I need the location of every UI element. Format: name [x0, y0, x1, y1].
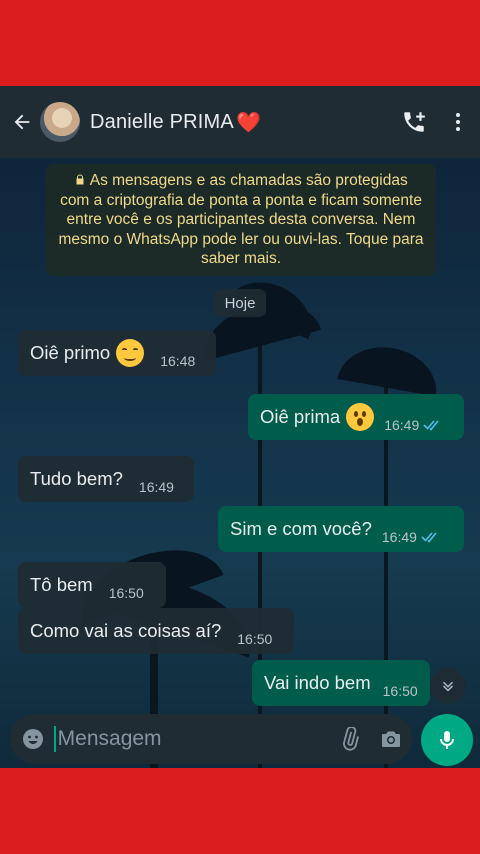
add-call-button[interactable]	[392, 100, 436, 144]
message-time: 16:48	[160, 353, 196, 369]
message-time: 16:49	[381, 529, 417, 545]
back-button[interactable]	[6, 102, 38, 142]
message-text: Vai indo bem	[264, 672, 371, 693]
date-chip: Hoje	[214, 289, 266, 317]
arrow-left-icon	[14, 114, 30, 130]
message-bubble[interactable]: Tudo bem? 16:49	[18, 456, 194, 502]
double-check-icon	[421, 531, 441, 543]
message-bubble[interactable]: Sim e com você? 16:49	[218, 506, 464, 552]
emoji-icon	[22, 729, 43, 749]
scroll-down-button[interactable]	[430, 668, 466, 704]
message-bubble[interactable]: Como vai as coisas aí? 16:50	[18, 608, 294, 654]
message-text: Sim e com você?	[230, 518, 372, 539]
message-text: Tudo bem?	[30, 468, 123, 489]
emoji-button[interactable]	[12, 717, 54, 761]
chat-header: Danielle PRIMA ❤️	[0, 86, 480, 158]
chevrons-down-icon	[442, 681, 454, 692]
more-vertical-icon	[456, 113, 460, 131]
microphone-icon	[440, 731, 454, 749]
message-time: 16:50	[108, 585, 144, 601]
message-bubble[interactable]: Oiê prima 16:49	[248, 394, 464, 440]
message-time: 16:50	[237, 631, 273, 647]
heart-emoji: ❤️	[235, 111, 261, 134]
message-input[interactable]	[53, 726, 329, 752]
message-text: Como vai as coisas aí?	[30, 620, 222, 641]
contact-name[interactable]: Danielle PRIMA	[90, 111, 234, 134]
surprised-face-emoji	[346, 403, 375, 431]
smiling-face-emoji	[116, 339, 145, 367]
message-time: 16:49	[138, 479, 174, 495]
menu-button[interactable]	[436, 100, 480, 144]
message-text: Tô bem	[30, 574, 93, 595]
message-text: Oiê primo	[30, 342, 111, 363]
message-bubble[interactable]: Tô bem 16:50	[18, 562, 166, 608]
camera-icon	[382, 731, 401, 747]
paperclip-icon	[342, 727, 359, 751]
chat-screen: Danielle PRIMA ❤️ As mensagens e as cham…	[0, 86, 480, 768]
lock-icon	[76, 174, 84, 185]
attach-button[interactable]	[329, 717, 371, 761]
phone-plus-icon	[404, 112, 425, 132]
avatar[interactable]	[40, 102, 80, 142]
encryption-text: As mensagens e as chamadas são protegida…	[58, 172, 424, 267]
message-bubble[interactable]: Oiê primo 16:48	[18, 330, 216, 376]
encryption-notice[interactable]: As mensagens e as chamadas são protegida…	[46, 164, 436, 276]
message-bubble[interactable]: Vai indo bem 16:50	[252, 660, 430, 706]
message-composer	[10, 714, 412, 764]
message-time: 16:50	[382, 683, 418, 699]
camera-button[interactable]	[370, 717, 412, 761]
voice-record-button[interactable]	[421, 714, 473, 766]
message-time: 16:49	[384, 417, 420, 433]
message-text: Oiê prima	[260, 406, 341, 427]
double-check-icon	[423, 419, 443, 431]
